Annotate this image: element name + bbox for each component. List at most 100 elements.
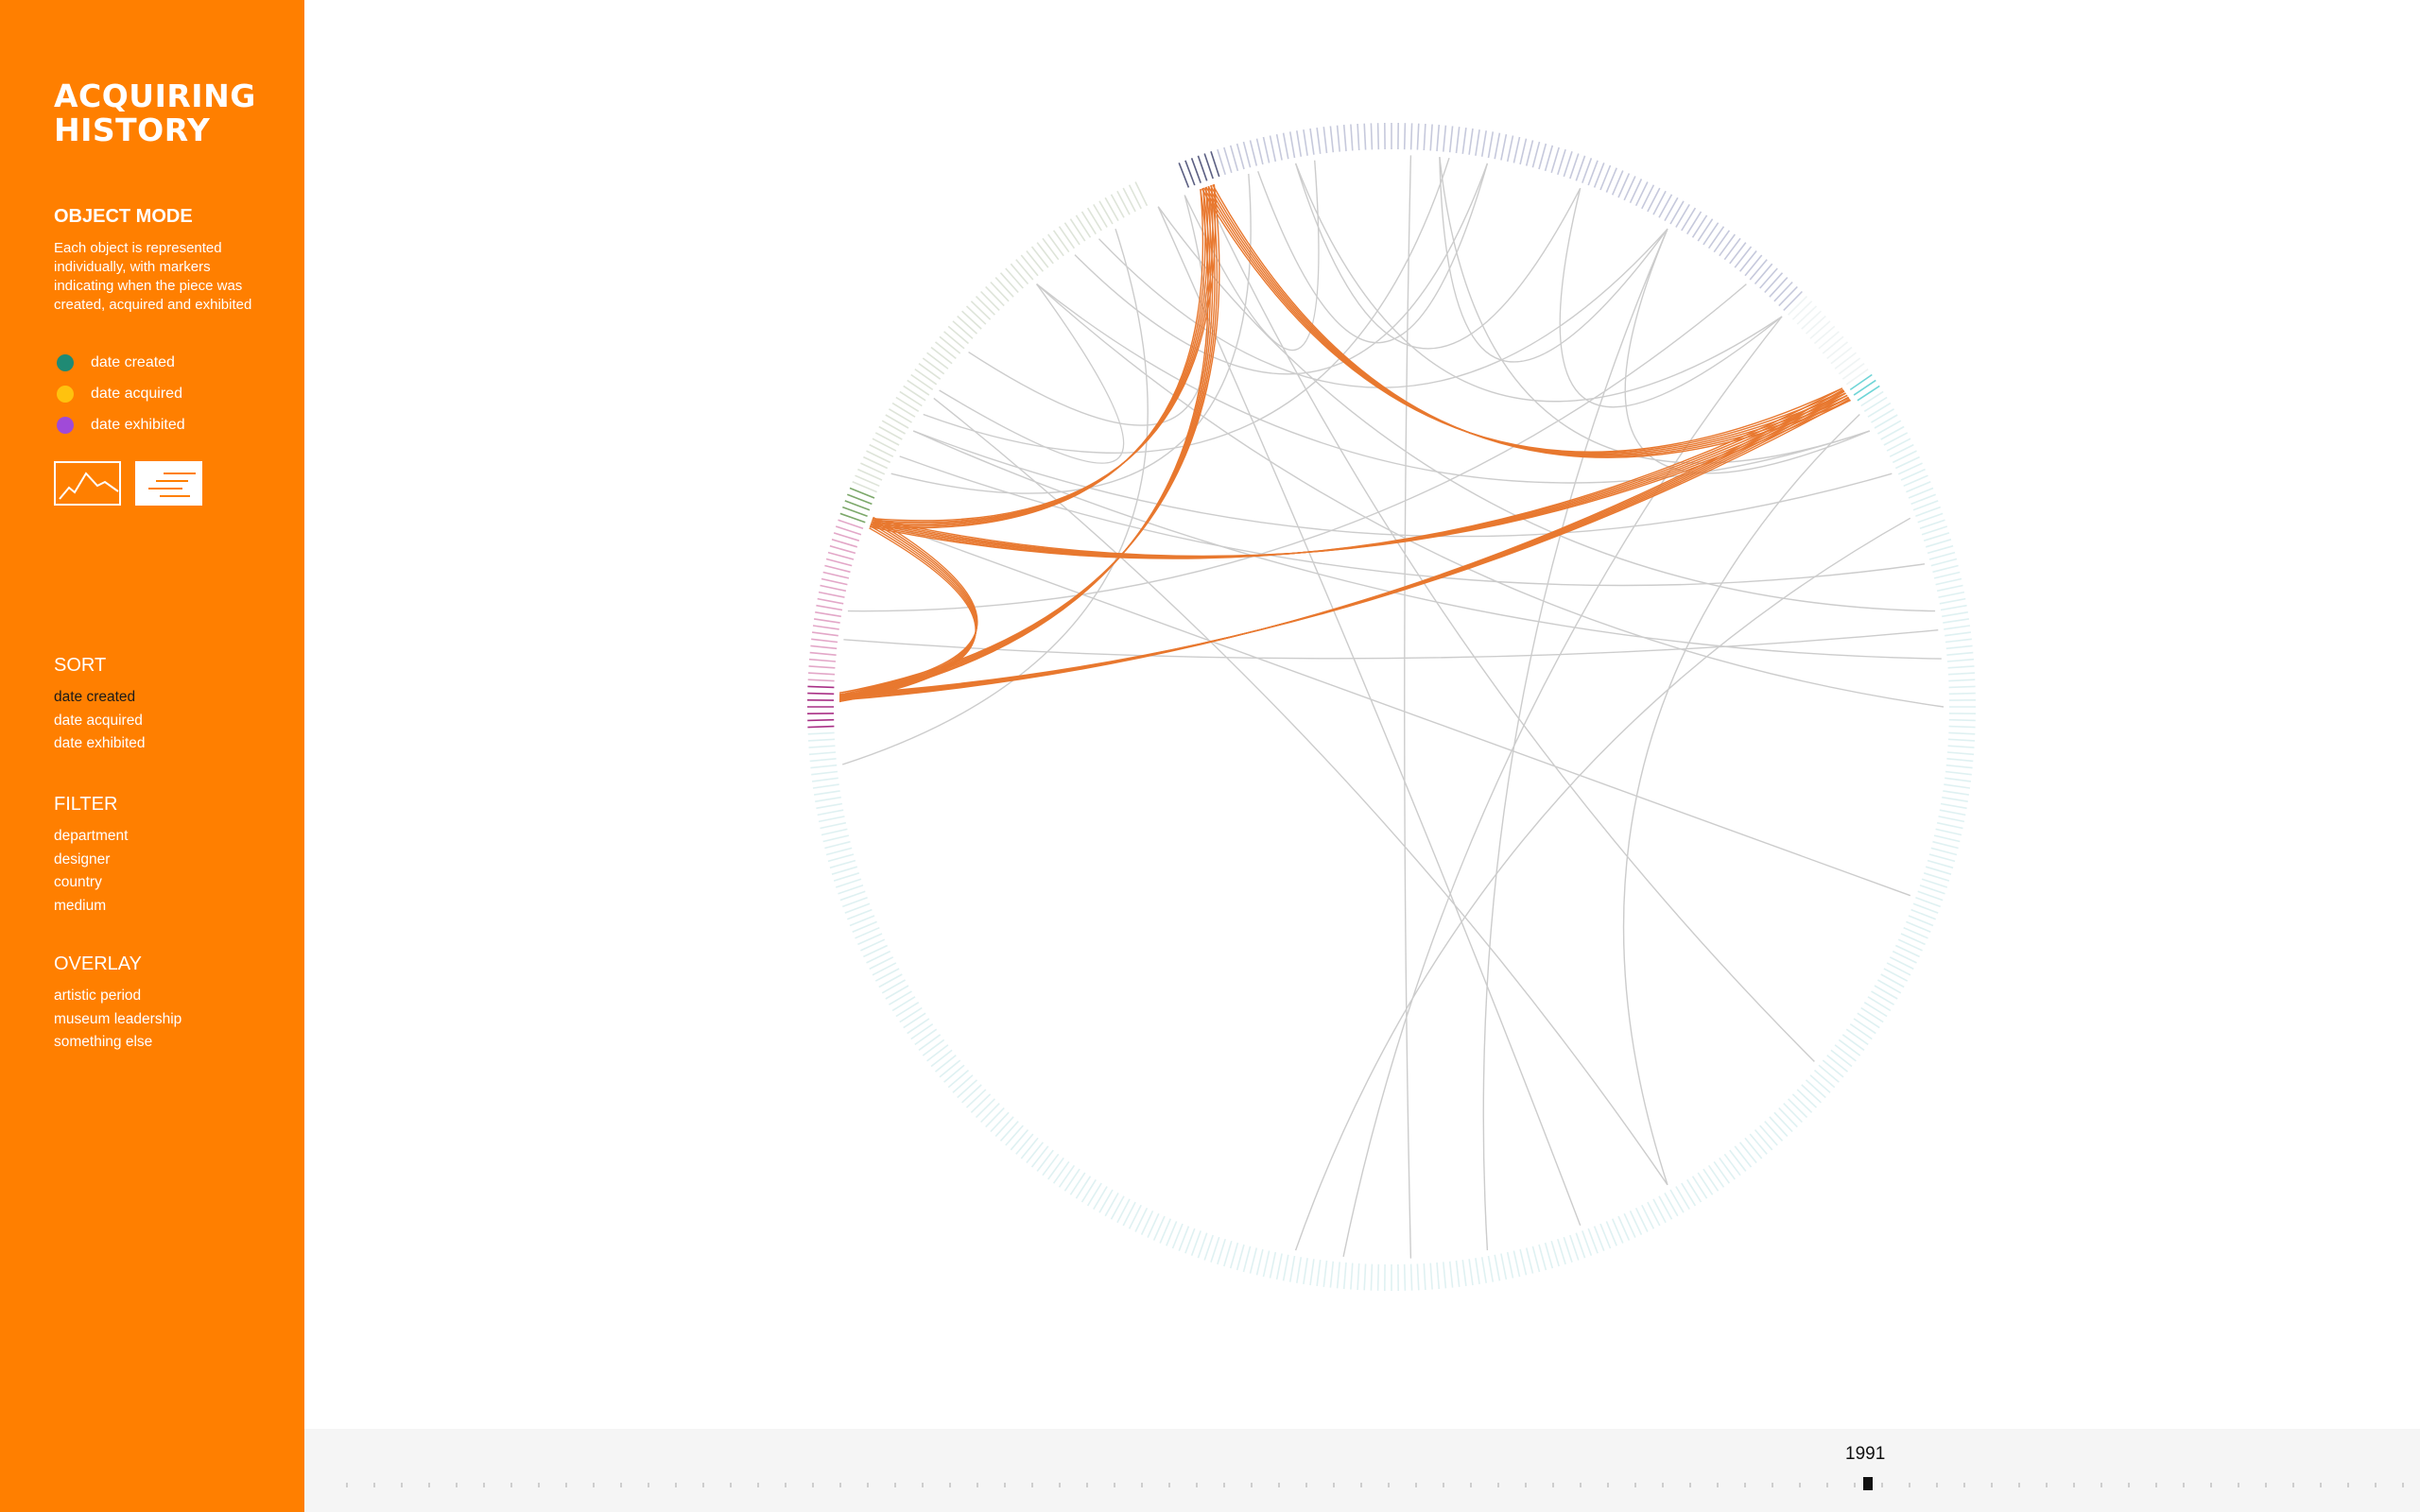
object-tick[interactable]	[985, 1107, 1005, 1128]
object-tick[interactable]	[1506, 135, 1514, 163]
object-tick[interactable]	[1519, 138, 1528, 165]
object-tick[interactable]	[1296, 130, 1303, 157]
object-tick[interactable]	[903, 1012, 926, 1029]
timeline-scale[interactable]	[304, 1429, 2420, 1512]
object-tick[interactable]	[1020, 254, 1039, 277]
object-tick[interactable]	[1857, 385, 1880, 402]
object-tick[interactable]	[835, 525, 862, 536]
object-tick[interactable]	[1946, 758, 1974, 763]
object-tick[interactable]	[1930, 847, 1958, 856]
object-tick[interactable]	[1443, 125, 1447, 152]
object-tick[interactable]	[1242, 1246, 1252, 1273]
object-tick[interactable]	[891, 996, 916, 1012]
object-tick[interactable]	[881, 979, 906, 994]
chord-diagram[interactable]	[304, 0, 2420, 1429]
object-tick[interactable]	[1729, 1149, 1747, 1172]
object-tick[interactable]	[1917, 890, 1944, 902]
object-tick[interactable]	[1036, 1149, 1054, 1172]
object-tick[interactable]	[1480, 1257, 1487, 1283]
object-tick[interactable]	[947, 1069, 970, 1089]
object-tick[interactable]	[1940, 802, 1967, 810]
object-tick[interactable]	[965, 305, 987, 325]
object-tick[interactable]	[907, 379, 930, 396]
object-tick[interactable]	[1845, 368, 1869, 386]
object-tick[interactable]	[822, 571, 850, 579]
object-tick[interactable]	[1935, 577, 1962, 586]
object-tick[interactable]	[1877, 979, 1902, 994]
object-tick[interactable]	[1309, 128, 1315, 155]
object-tick[interactable]	[1938, 591, 1965, 598]
object-tick[interactable]	[1544, 145, 1554, 172]
object-tick[interactable]	[1104, 197, 1119, 221]
object-tick[interactable]	[1288, 131, 1296, 159]
object-tick[interactable]	[999, 272, 1019, 294]
object-tick[interactable]	[1860, 390, 1884, 407]
object-tick[interactable]	[813, 790, 840, 796]
object-tick[interactable]	[1262, 1250, 1270, 1278]
object-tick[interactable]	[1303, 129, 1308, 156]
object-tick[interactable]	[1249, 140, 1258, 166]
object-tick[interactable]	[811, 777, 838, 782]
object-tick[interactable]	[1723, 237, 1741, 261]
object-tick[interactable]	[1796, 1089, 1818, 1108]
object-tick[interactable]	[1942, 796, 1968, 802]
object-tick[interactable]	[1309, 1259, 1315, 1286]
object-tick[interactable]	[1104, 1193, 1119, 1217]
object-tick[interactable]	[1512, 136, 1521, 163]
object-tick[interactable]	[1932, 564, 1959, 574]
object-tick[interactable]	[990, 1111, 1010, 1133]
object-tick[interactable]	[1778, 1107, 1798, 1128]
object-tick[interactable]	[838, 885, 864, 895]
object-tick[interactable]	[1707, 226, 1725, 249]
object-tick[interactable]	[1409, 1263, 1413, 1291]
object-tick[interactable]	[1942, 611, 1968, 618]
filter-option-department[interactable]: department	[54, 825, 128, 849]
object-tick[interactable]	[1557, 1238, 1566, 1265]
object-tick[interactable]	[1500, 1253, 1508, 1280]
object-tick[interactable]	[994, 1116, 1014, 1137]
object-tick[interactable]	[1783, 290, 1803, 311]
object-tick[interactable]	[1329, 126, 1335, 153]
object-tick[interactable]	[812, 783, 839, 789]
object-tick[interactable]	[1681, 207, 1697, 232]
object-tick[interactable]	[807, 725, 835, 729]
chord-diagram-canvas[interactable]	[304, 0, 2420, 1429]
object-tick[interactable]	[1116, 190, 1131, 215]
object-tick[interactable]	[808, 745, 836, 748]
object-tick[interactable]	[1919, 519, 1945, 529]
object-tick[interactable]	[1236, 1244, 1245, 1271]
object-tick[interactable]	[821, 577, 848, 586]
object-tick[interactable]	[1880, 425, 1905, 440]
object-tick[interactable]	[957, 1079, 978, 1099]
object-tick[interactable]	[829, 544, 856, 555]
object-tick[interactable]	[947, 325, 970, 345]
object-tick[interactable]	[910, 373, 934, 391]
object-tick[interactable]	[1809, 320, 1831, 339]
object-tick[interactable]	[1945, 644, 1973, 650]
object-tick[interactable]	[1363, 1263, 1367, 1291]
object-tick[interactable]	[1429, 1263, 1433, 1290]
object-tick[interactable]	[1416, 123, 1420, 150]
object-tick[interactable]	[1316, 1260, 1322, 1287]
object-tick[interactable]	[970, 1093, 992, 1113]
filter-option-designer[interactable]: designer	[54, 849, 128, 872]
object-tick[interactable]	[1423, 1263, 1426, 1291]
object-tick[interactable]	[1773, 281, 1793, 302]
timeline-handle[interactable]	[1863, 1477, 1873, 1490]
object-tick[interactable]	[809, 758, 837, 763]
object-tick[interactable]	[961, 310, 982, 330]
object-tick[interactable]	[1783, 1103, 1803, 1124]
object-tick[interactable]	[1871, 990, 1895, 1005]
object-tick[interactable]	[1075, 1176, 1092, 1199]
object-tick[interactable]	[1416, 1263, 1420, 1291]
object-tick[interactable]	[1409, 123, 1413, 150]
object-tick[interactable]	[1531, 1246, 1541, 1273]
object-tick[interactable]	[1947, 665, 1975, 669]
object-tick[interactable]	[1052, 1160, 1070, 1184]
line-chart-view-button[interactable]	[54, 461, 121, 506]
object-tick[interactable]	[1939, 597, 1966, 605]
object-tick[interactable]	[952, 1074, 974, 1093]
object-tick[interactable]	[1086, 207, 1102, 232]
object-tick[interactable]	[818, 591, 845, 598]
object-tick[interactable]	[1691, 1176, 1708, 1199]
